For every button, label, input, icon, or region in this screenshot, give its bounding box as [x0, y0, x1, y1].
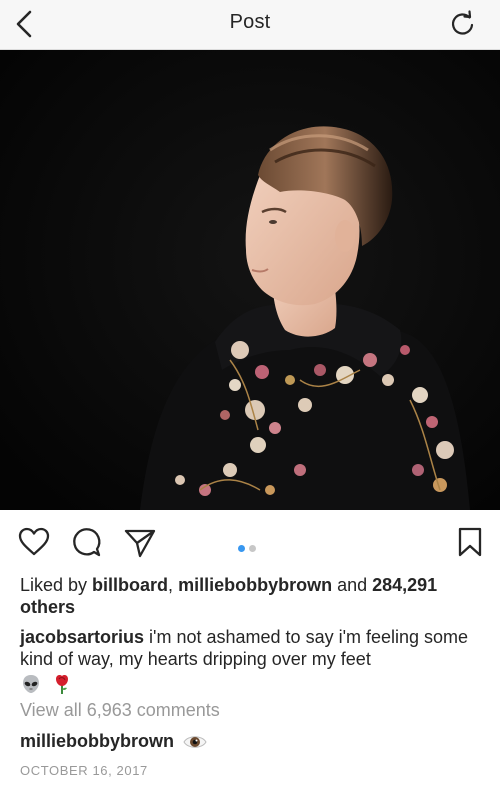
rose-emoji: [56, 675, 69, 695]
likes-prefix: Liked by: [20, 575, 93, 595]
save-button[interactable]: [452, 524, 488, 560]
send-icon: [124, 529, 156, 558]
share-button[interactable]: [122, 524, 158, 560]
post-photo[interactable]: [0, 50, 500, 510]
heart-icon: [18, 527, 50, 556]
comment-button[interactable]: [68, 524, 104, 560]
comment-icon: [73, 528, 101, 557]
carousel-dot-active: [238, 545, 245, 552]
carousel-dot: [249, 545, 256, 552]
alien-emoji: [23, 675, 39, 694]
like-button[interactable]: [16, 524, 52, 560]
likes-summary: Liked by billboard, milliebobbybrown and…: [20, 574, 480, 618]
carousel-indicator: [238, 539, 260, 552]
post-caption: jacobsartorius i'm not ashamed to say i'…: [20, 626, 480, 695]
post-action-bar: [0, 518, 500, 568]
eye-emoji: [183, 736, 207, 748]
top-comment: milliebobbybrown: [20, 731, 207, 752]
portrait-photo: [0, 50, 500, 510]
caption-username[interactable]: jacobsartorius: [20, 627, 144, 647]
top-bar: Post: [0, 0, 500, 50]
liker-link-billboard[interactable]: billboard: [92, 575, 168, 595]
refresh-button[interactable]: [446, 6, 480, 42]
refresh-icon: [451, 10, 474, 35]
view-all-comments-link[interactable]: View all 6,963 comments: [20, 700, 220, 721]
likes-middle: and: [332, 575, 373, 595]
bookmark-icon: [458, 527, 482, 557]
liker-link-milliebobbybrown[interactable]: milliebobbybrown: [178, 575, 332, 595]
comment-username[interactable]: milliebobbybrown: [20, 731, 174, 751]
caption-emojis: [20, 672, 480, 695]
post-date: OCTOBER 16, 2017: [20, 763, 148, 778]
page-title: Post: [229, 11, 271, 33]
likes-separator: ,: [168, 575, 179, 595]
